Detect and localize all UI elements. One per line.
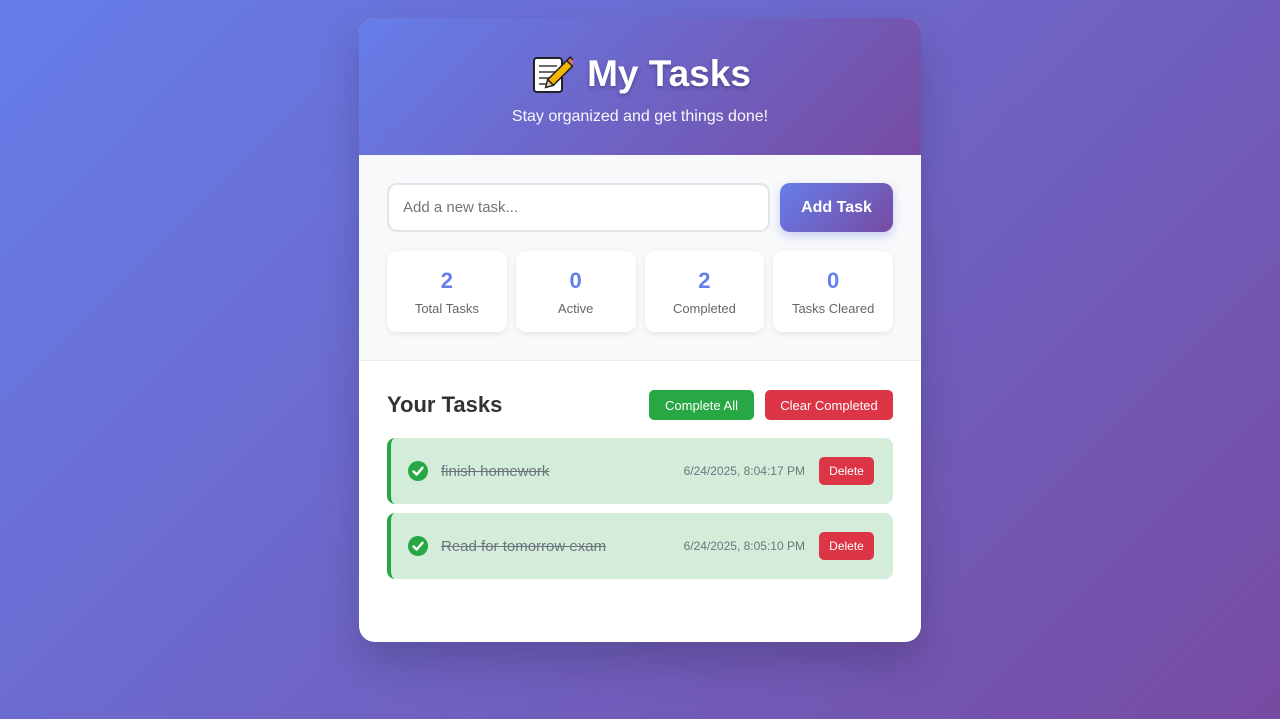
stat-label: Total Tasks	[414, 301, 479, 316]
task-item: Read for tomorrow exam 6/24/2025, 8:05:1…	[387, 513, 893, 579]
task-list-section: Your Tasks Complete All Clear Completed …	[359, 361, 921, 579]
header: My Tasks Stay organized and get things d…	[359, 18, 921, 155]
page-title: My Tasks	[587, 53, 751, 94]
stat-active: 0 Active	[515, 251, 636, 332]
checkmark-icon[interactable]	[408, 461, 428, 481]
memo-icon	[529, 52, 578, 96]
stat-label: Active	[557, 301, 594, 316]
clear-completed-button[interactable]: Clear Completed	[765, 390, 893, 420]
stat-value: 2	[698, 268, 711, 293]
stat-completed: 2 Completed	[644, 251, 765, 332]
stat-value: 2	[440, 268, 453, 293]
stat-total: 2 Total Tasks	[387, 251, 507, 332]
task-text: Read for tomorrow exam	[441, 537, 607, 555]
complete-all-button[interactable]: Complete All	[649, 390, 754, 420]
stats-row: 2 Total Tasks 0 Active 2 Completed 0 Tas…	[387, 251, 893, 332]
task-text: finish homework	[441, 462, 550, 480]
stat-cleared: 0 Tasks Cleared	[773, 251, 893, 332]
subtitle: Stay organized and get things done!	[511, 108, 769, 125]
list-actions: Complete All Clear Completed	[649, 390, 893, 420]
stat-label: Tasks Cleared	[791, 301, 875, 316]
todo-card: My Tasks Stay organized and get things d…	[359, 18, 921, 642]
delete-button[interactable]: Delete	[819, 457, 874, 485]
delete-button[interactable]: Delete	[819, 532, 874, 560]
list-title: Your Tasks	[387, 392, 503, 417]
stat-value: 0	[569, 268, 582, 293]
input-row: Add Task	[387, 183, 893, 232]
list-header: Your Tasks Complete All Clear Completed	[387, 390, 893, 420]
stat-value: 0	[827, 268, 840, 293]
stat-label: Completed	[672, 301, 736, 316]
checkmark-icon[interactable]	[408, 536, 428, 556]
task-item: finish homework 6/24/2025, 8:04:17 PM De…	[387, 438, 893, 504]
task-timestamp: 6/24/2025, 8:05:10 PM	[683, 539, 805, 553]
new-task-input[interactable]	[387, 183, 770, 232]
task-timestamp: 6/24/2025, 8:04:17 PM	[683, 464, 805, 478]
add-task-button[interactable]: Add Task	[780, 183, 893, 232]
title-row: My Tasks	[359, 52, 921, 96]
input-section: Add Task 2 Total Tasks 0 Active 2 Comple…	[359, 155, 921, 361]
